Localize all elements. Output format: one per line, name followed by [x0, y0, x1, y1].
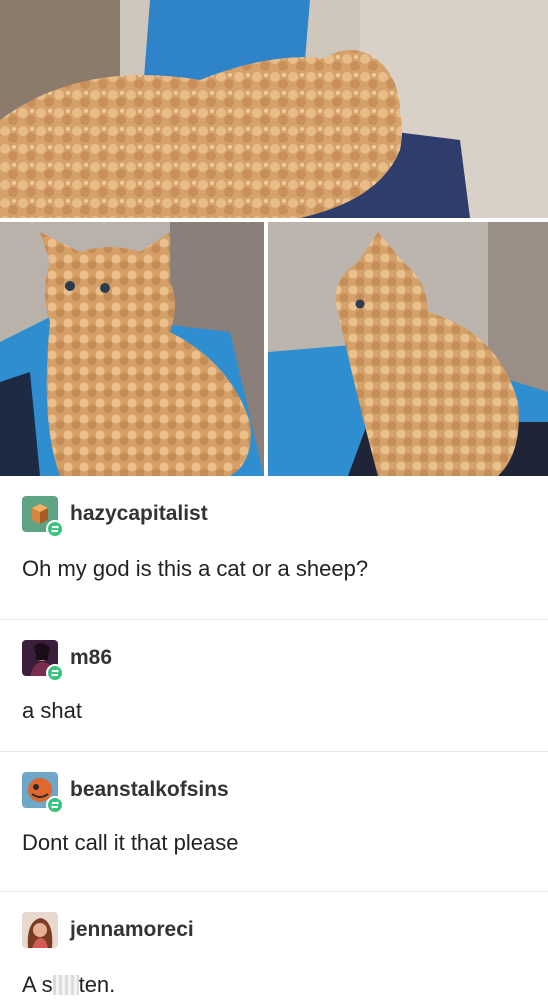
username[interactable]: beanstalkofsins [70, 778, 229, 802]
reblog-icon [46, 796, 64, 814]
photo-avatar[interactable] [22, 640, 64, 682]
cat-photo-right[interactable] [268, 222, 548, 476]
circle-avatar[interactable] [22, 772, 64, 814]
reply-text: Oh my god is this a cat or a sheep? [22, 556, 369, 581]
censor-blur [52, 975, 79, 995]
reply-text: A s ten. [22, 972, 548, 998]
reblog-icon [46, 520, 64, 538]
reply-item: jennamoreci A s ten. [0, 892, 548, 1000]
username[interactable]: m86 [70, 646, 112, 670]
reply-item: beanstalkofsins Dont call it that please [0, 752, 548, 892]
reply-header: hazycapitalist [22, 494, 548, 538]
reply-text-end: ten. [78, 972, 116, 997]
reply-text: a shat [22, 698, 82, 723]
photo-avatar[interactable] [22, 912, 58, 948]
reply-text-start: A s [22, 972, 53, 997]
reply-header: jennamoreci [22, 910, 548, 950]
reply-header: beanstalkofsins [22, 770, 548, 814]
photo-collage [0, 0, 548, 476]
reply-item: m86 a shat [0, 620, 548, 752]
reply-thread: hazycapitalist Oh my god is this a cat o… [0, 476, 548, 1000]
username[interactable]: hazycapitalist [70, 502, 208, 526]
reblog-icon [46, 664, 64, 682]
reply-item: hazycapitalist Oh my god is this a cat o… [0, 476, 548, 620]
reply-header: m86 [22, 638, 548, 682]
username[interactable]: jennamoreci [70, 918, 194, 942]
reply-text: Dont call it that please [22, 830, 239, 855]
cat-photo-left[interactable] [0, 222, 264, 476]
cat-photo-top[interactable] [0, 0, 548, 218]
cube-avatar[interactable] [22, 496, 64, 538]
